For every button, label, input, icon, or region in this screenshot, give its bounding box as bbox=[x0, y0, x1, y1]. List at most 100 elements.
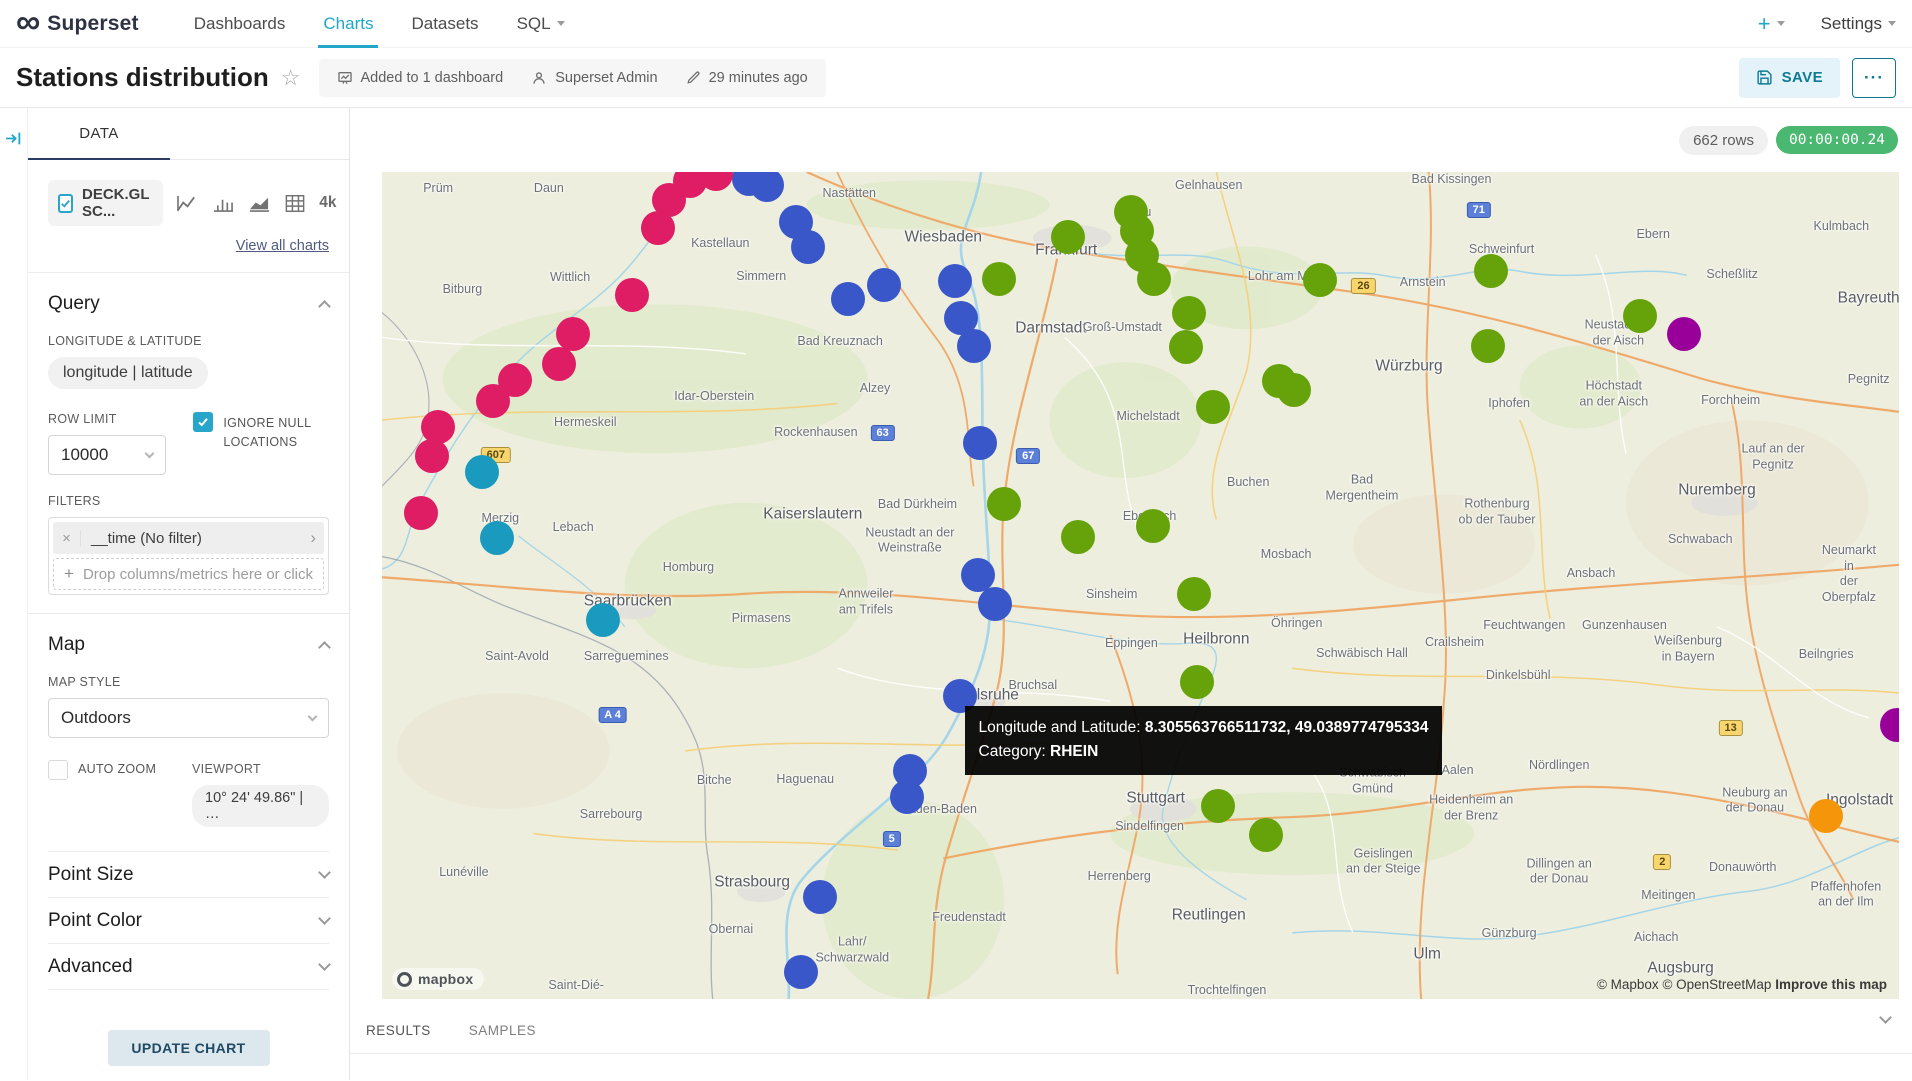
nav-item-charts[interactable]: Charts bbox=[304, 0, 392, 47]
settings-menu[interactable]: Settings bbox=[1821, 14, 1896, 34]
station-point-green[interactable] bbox=[1471, 329, 1505, 363]
station-point-cyan[interactable] bbox=[480, 521, 514, 555]
row-limit-select[interactable]: 10000 bbox=[48, 435, 166, 475]
remove-filter-icon[interactable]: × bbox=[53, 530, 81, 547]
station-point-green[interactable] bbox=[1061, 520, 1095, 554]
station-point-purple[interactable] bbox=[1880, 708, 1899, 742]
station-point-green[interactable] bbox=[1137, 262, 1171, 296]
save-button[interactable]: SAVE bbox=[1739, 58, 1840, 98]
station-point-green[interactable] bbox=[982, 262, 1016, 296]
map-city-label: Höchstadt an der Aisch bbox=[1579, 379, 1648, 410]
station-point-cyan[interactable] bbox=[586, 603, 620, 637]
station-point-green[interactable] bbox=[1196, 390, 1230, 424]
station-point-green[interactable] bbox=[1623, 299, 1657, 333]
station-point-green[interactable] bbox=[1172, 296, 1206, 330]
station-point-blue[interactable] bbox=[791, 230, 825, 264]
station-point-blue[interactable] bbox=[867, 268, 901, 302]
station-point-cyan[interactable] bbox=[465, 455, 499, 489]
selected-viz-type[interactable]: DECK.GL SC... bbox=[48, 180, 163, 226]
station-point-green[interactable] bbox=[987, 487, 1021, 521]
map-canvas[interactable]: PrümDaunNastättenGelnhausenBad Kissingen… bbox=[382, 172, 1899, 999]
modified-meta[interactable]: 29 minutes ago bbox=[686, 70, 808, 86]
time-filter-chip[interactable]: × __time (No filter) › bbox=[53, 522, 324, 554]
station-point-green[interactable] bbox=[1177, 577, 1211, 611]
improve-map-link[interactable]: Improve this map bbox=[1775, 977, 1887, 992]
osm-attribution-link[interactable]: © OpenStreetMap bbox=[1662, 977, 1771, 992]
new-item-menu[interactable]: + bbox=[1758, 11, 1785, 37]
ignore-null-checkbox[interactable] bbox=[193, 412, 213, 432]
tab-data[interactable]: DATA bbox=[28, 108, 170, 160]
station-point-blue[interactable] bbox=[957, 329, 991, 363]
auto-zoom-checkbox[interactable] bbox=[48, 760, 68, 780]
station-point-blue[interactable] bbox=[978, 587, 1012, 621]
bar-chart-icon[interactable] bbox=[212, 194, 235, 213]
chart-area: 662 rows 00:00:00.24 bbox=[350, 108, 1912, 1080]
station-point-green[interactable] bbox=[1201, 789, 1235, 823]
advanced-section[interactable]: Advanced bbox=[48, 944, 329, 990]
owner-meta[interactable]: Superset Admin bbox=[531, 70, 657, 86]
mapbox-logo[interactable]: mapbox bbox=[392, 968, 484, 990]
station-point-blue[interactable] bbox=[750, 172, 784, 202]
filter-drop-zone[interactable]: + Drop columns/metrics here or click bbox=[53, 558, 324, 590]
map-section-title: Map bbox=[48, 634, 85, 656]
view-all-charts-link[interactable]: View all charts bbox=[48, 238, 329, 254]
map-section-header[interactable]: Map bbox=[48, 634, 329, 656]
dashboards-meta[interactable]: Added to 1 dashboard bbox=[337, 70, 504, 86]
station-point-orange[interactable] bbox=[1809, 799, 1843, 833]
station-point-blue[interactable] bbox=[890, 780, 924, 814]
station-point-pink[interactable] bbox=[415, 439, 449, 473]
road-shield: A 4 bbox=[598, 707, 627, 723]
station-point-blue[interactable] bbox=[938, 264, 972, 298]
station-point-pink[interactable] bbox=[476, 384, 510, 418]
station-point-green[interactable] bbox=[1051, 220, 1085, 254]
map-city-label: Annweiler am Trifels bbox=[838, 586, 893, 617]
lonlat-chip[interactable]: longitude | latitude bbox=[48, 357, 208, 389]
road-shield: 63 bbox=[870, 425, 894, 441]
tooltip-line-category: Category: RHEIN bbox=[979, 740, 1429, 764]
tab-results[interactable]: RESULTS bbox=[366, 1023, 431, 1038]
expand-panel-icon[interactable] bbox=[5, 130, 22, 147]
more-options-button[interactable]: ··· bbox=[1852, 58, 1896, 98]
map-city-label: Günzburg bbox=[1482, 927, 1537, 943]
favorite-star-icon[interactable]: ☆ bbox=[281, 65, 301, 91]
map-city-label: Nuremberg bbox=[1678, 481, 1756, 500]
nav-item-dashboards[interactable]: Dashboards bbox=[175, 0, 305, 47]
station-point-green[interactable] bbox=[1169, 330, 1203, 364]
map-city-label: Alzey bbox=[860, 381, 891, 397]
table-icon[interactable] bbox=[284, 194, 306, 213]
station-point-blue[interactable] bbox=[963, 426, 997, 460]
station-point-green[interactable] bbox=[1249, 818, 1283, 852]
nav-item-sql[interactable]: SQL bbox=[498, 0, 584, 47]
station-point-blue[interactable] bbox=[784, 955, 818, 989]
station-point-blue[interactable] bbox=[803, 880, 837, 914]
viewport-chip[interactable]: 10° 24' 49.86" | … bbox=[192, 785, 329, 827]
station-point-green[interactable] bbox=[1474, 254, 1508, 288]
mapbox-attribution-link[interactable]: © Mapbox bbox=[1597, 977, 1659, 992]
collapse-results-icon[interactable] bbox=[1881, 1013, 1890, 1031]
query-section-header[interactable]: Query bbox=[48, 293, 329, 315]
update-chart-button[interactable]: UPDATE CHART bbox=[107, 1030, 269, 1066]
tab-samples[interactable]: SAMPLES bbox=[469, 1023, 536, 1038]
station-point-green[interactable] bbox=[1136, 509, 1170, 543]
query-section-title: Query bbox=[48, 293, 100, 315]
map-city-label: Gelnhausen bbox=[1175, 178, 1242, 194]
station-point-pink[interactable] bbox=[404, 496, 438, 530]
station-point-purple[interactable] bbox=[1667, 317, 1701, 351]
station-point-pink[interactable] bbox=[542, 347, 576, 381]
station-point-pink[interactable] bbox=[641, 211, 675, 245]
map-city-label: Buchen bbox=[1227, 475, 1269, 491]
map-style-select[interactable]: Outdoors bbox=[48, 698, 329, 738]
point-size-section[interactable]: Point Size bbox=[48, 852, 329, 898]
station-point-pink[interactable] bbox=[615, 278, 649, 312]
station-point-green[interactable] bbox=[1277, 373, 1311, 407]
point-color-section[interactable]: Point Color bbox=[48, 898, 329, 944]
station-point-blue[interactable] bbox=[831, 282, 865, 316]
station-point-green[interactable] bbox=[1180, 665, 1214, 699]
area-chart-icon[interactable] bbox=[248, 194, 271, 213]
nav-item-datasets[interactable]: Datasets bbox=[392, 0, 497, 47]
station-point-green[interactable] bbox=[1303, 263, 1337, 297]
superset-logo[interactable]: ∞ Superset bbox=[16, 0, 139, 47]
viz-4k-option[interactable]: 4k bbox=[319, 194, 336, 212]
line-chart-icon[interactable] bbox=[176, 194, 199, 213]
top-nav: ∞ Superset DashboardsChartsDatasetsSQL +… bbox=[0, 0, 1912, 48]
